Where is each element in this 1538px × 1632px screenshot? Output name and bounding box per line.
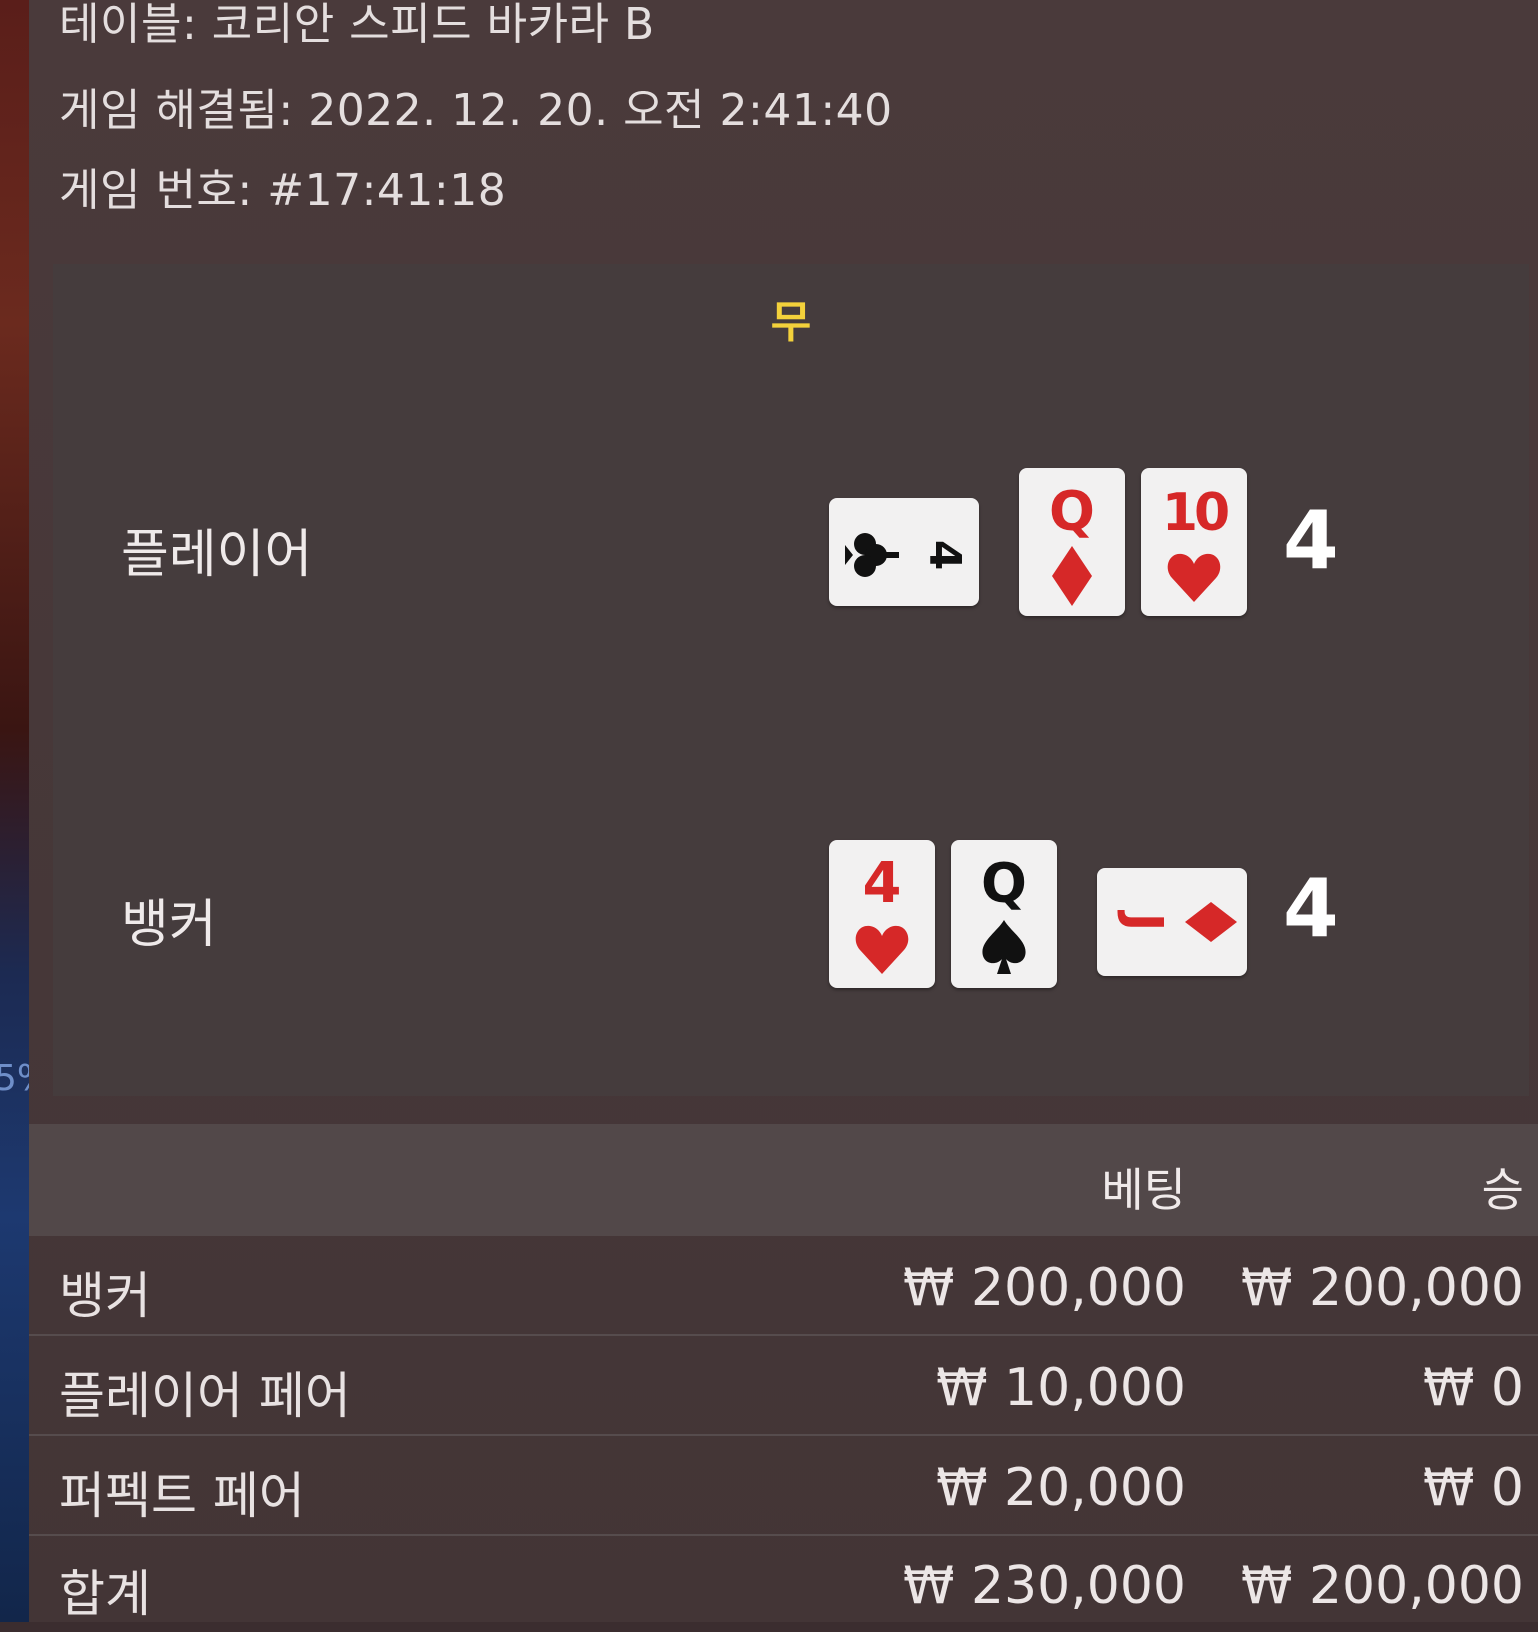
hearts-ten-card: 10 — [1162, 483, 1232, 602]
player-score: 4 — [1283, 494, 1339, 587]
hearts-four-card: 4 — [855, 851, 909, 974]
bet-amount: ₩ 230,000 — [903, 1556, 1186, 1616]
outcome-label: 무 — [770, 297, 812, 348]
bet-amount: ₩ 200,000 — [903, 1258, 1186, 1318]
banker-card-1: 4 — [829, 840, 935, 988]
win-amount: ₩ 0 — [1422, 1458, 1524, 1518]
svg-text:Q: Q — [1049, 480, 1095, 543]
row-label: 퍼펙트 페어 — [59, 1467, 305, 1525]
banker-label: 뱅커 — [121, 895, 217, 955]
svg-text:Q: Q — [981, 852, 1027, 915]
player-card-3: 10 — [1141, 468, 1247, 616]
table-row: 뱅커 ₩ 200,000 ₩ 200,000 — [29, 1236, 1538, 1336]
diamonds-queen-card: Q — [1049, 480, 1095, 606]
row-label: 합계 — [59, 1565, 151, 1623]
game-number: 게임 번호: #17:41:18 — [59, 165, 507, 216]
banker-card-2: Q — [951, 840, 1057, 988]
win-amount: ₩ 200,000 — [1241, 1556, 1524, 1616]
banker-card-3: J — [1097, 868, 1247, 976]
player-label: 플레이어 — [121, 525, 313, 585]
table-row-total: 합계 ₩ 230,000 ₩ 200,000 — [29, 1534, 1538, 1632]
column-header-win: 승 — [1481, 1163, 1524, 1217]
diamonds-jack-card-sideways: J — [1116, 902, 1237, 942]
hand-result-box: 무 플레이어 4 Q 10 4 뱅커 4 Q J 4 — [53, 264, 1529, 1096]
bet-amount: ₩ 20,000 — [936, 1458, 1186, 1518]
svg-text:4: 4 — [919, 540, 970, 571]
player-card-1: 4 — [829, 498, 979, 606]
row-label: 뱅커 — [59, 1267, 151, 1325]
game-resolved-time: 게임 해결됨: 2022. 12. 20. 오전 2:41:40 — [59, 85, 893, 136]
player-card-2: Q — [1019, 468, 1125, 616]
table-row: 플레이어 페어 ₩ 10,000 ₩ 0 — [29, 1336, 1538, 1436]
bet-amount: ₩ 10,000 — [936, 1358, 1186, 1418]
game-history-panel: 테이블: 코리안 스피드 바카라 B 게임 해결됨: 2022. 12. 20.… — [29, 0, 1538, 1623]
background-video-strip: 5% — [0, 0, 51, 1622]
table-name: 테이블: 코리안 스피드 바카라 B — [59, 0, 655, 50]
svg-text:10: 10 — [1162, 483, 1228, 543]
svg-text:4: 4 — [863, 851, 902, 916]
win-amount: ₩ 0 — [1422, 1358, 1524, 1418]
table-row: 퍼펙트 페어 ₩ 20,000 ₩ 0 — [29, 1436, 1538, 1536]
row-label: 플레이어 페어 — [59, 1367, 351, 1425]
clubs-four-card-sideways: 4 — [845, 533, 970, 577]
bets-table-header: 베팅 승 — [29, 1124, 1538, 1236]
win-amount: ₩ 200,000 — [1241, 1258, 1524, 1318]
spades-queen-card: Q — [981, 852, 1027, 974]
column-header-bet: 베팅 — [1101, 1163, 1186, 1217]
banker-score: 4 — [1283, 862, 1339, 955]
svg-text:J: J — [1116, 910, 1174, 932]
